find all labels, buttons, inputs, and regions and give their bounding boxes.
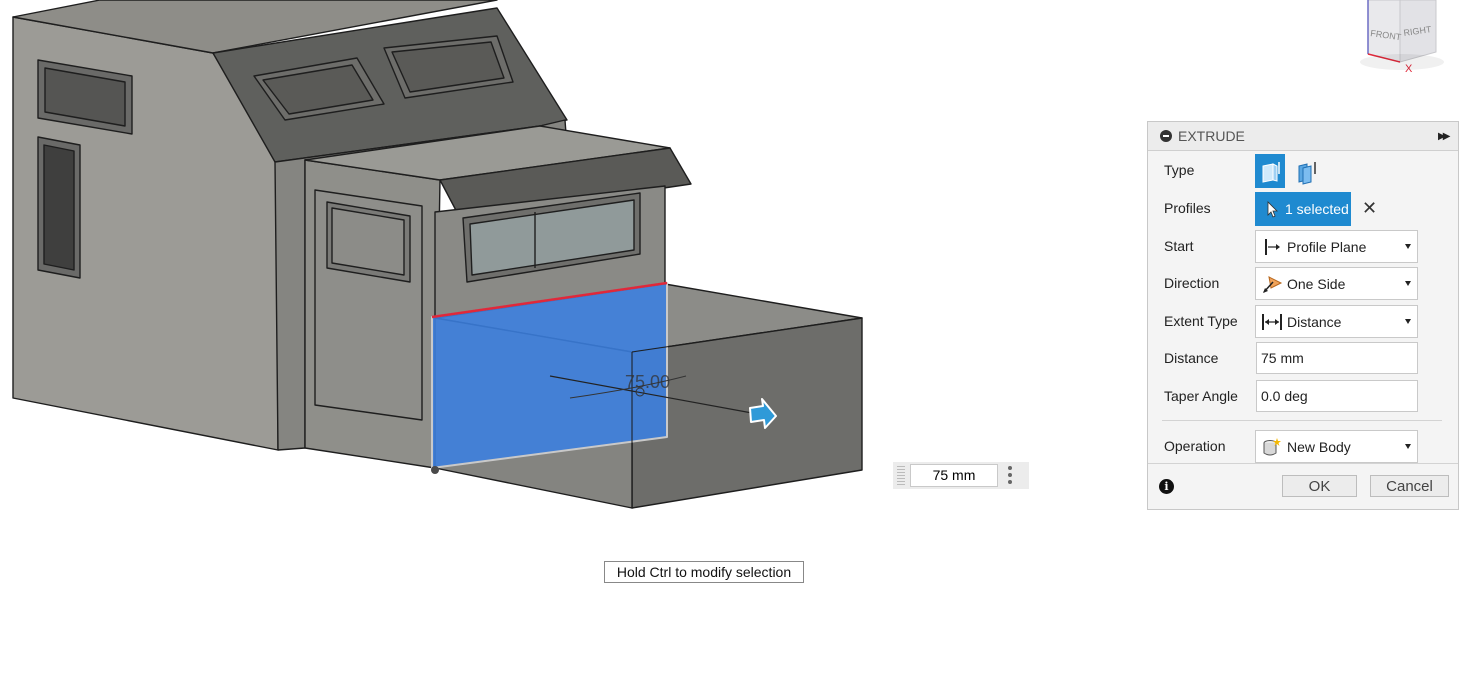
extent-type-dropdown[interactable]: Distance: [1255, 305, 1418, 338]
info-icon[interactable]: i: [1159, 479, 1174, 494]
extrude-panel: EXTRUDE ▶▶ Type Profiles 1 selected ✕ St…: [1147, 121, 1459, 510]
distance-field[interactable]: 75 mm: [1256, 342, 1418, 374]
view-cube[interactable]: FRONT RIGHT X: [1350, 0, 1460, 80]
chevron-down-icon: [1405, 281, 1411, 286]
expand-panel-icon[interactable]: ▶▶: [1438, 131, 1458, 142]
profiles-label: Profiles: [1164, 200, 1211, 216]
extent-type-value: Distance: [1287, 313, 1342, 330]
divider: [1162, 420, 1442, 421]
type-thin-button[interactable]: [1291, 154, 1321, 188]
type-label: Type: [1164, 162, 1195, 178]
panel-header: EXTRUDE ▶▶: [1148, 122, 1458, 151]
direction-label: Direction: [1164, 275, 1220, 291]
operation-row: Operation New Body: [1148, 430, 1458, 463]
operation-dropdown[interactable]: New Body: [1255, 430, 1418, 463]
direction-row: Direction One Side: [1148, 267, 1458, 300]
extrude-solid-icon: [1262, 162, 1280, 183]
profiles-value: 1 selected: [1285, 201, 1349, 217]
extent-type-label: Extent Type: [1164, 313, 1238, 329]
start-label: Start: [1164, 238, 1194, 254]
distance-row: Distance 75 mm: [1148, 342, 1458, 374]
more-options-icon[interactable]: [1008, 466, 1012, 485]
operation-value: New Body: [1287, 438, 1351, 455]
panel-footer: i OK Cancel: [1148, 463, 1458, 509]
one-side-icon: [1263, 275, 1283, 293]
chevron-down-icon: [1405, 319, 1411, 324]
cancel-button[interactable]: Cancel: [1370, 475, 1449, 497]
operation-label: Operation: [1164, 438, 1226, 454]
cursor-arrow-icon: [1267, 201, 1278, 218]
chevron-down-icon: [1405, 444, 1411, 449]
taper-angle-label: Taper Angle: [1164, 388, 1238, 404]
type-row: Type: [1148, 154, 1458, 188]
distance-quick-input[interactable]: 75 mm: [910, 464, 998, 487]
profiles-selection-button[interactable]: 1 selected: [1255, 192, 1351, 226]
direction-dropdown[interactable]: One Side: [1255, 267, 1418, 300]
taper-angle-field[interactable]: 0.0 deg: [1256, 380, 1418, 412]
taper-angle-row: Taper Angle 0.0 deg: [1148, 380, 1458, 412]
dimension-value[interactable]: 75.00: [625, 372, 670, 392]
chevron-down-icon: [1405, 244, 1411, 249]
distance-icon: [1262, 313, 1282, 330]
clear-selection-icon[interactable]: ✕: [1362, 198, 1377, 219]
collapse-icon[interactable]: [1160, 130, 1172, 142]
direction-value: One Side: [1287, 275, 1346, 292]
distance-input-widget[interactable]: 75 mm: [893, 462, 1029, 489]
selection-hint-tooltip: Hold Ctrl to modify selection: [604, 561, 804, 583]
distance-label: Distance: [1164, 350, 1219, 366]
new-body-icon: [1263, 437, 1281, 455]
profiles-row: Profiles 1 selected ✕: [1148, 192, 1458, 226]
start-row: Start Profile Plane: [1148, 230, 1458, 263]
type-solid-button[interactable]: [1255, 154, 1285, 188]
ok-button[interactable]: OK: [1282, 475, 1357, 497]
extrude-thin-icon: [1298, 162, 1316, 185]
start-dropdown[interactable]: Profile Plane: [1255, 230, 1418, 263]
camper-model[interactable]: [12, 0, 863, 509]
panel-title: EXTRUDE: [1178, 128, 1245, 144]
drag-handle-icon[interactable]: [897, 466, 905, 485]
profile-plane-icon: [1265, 238, 1280, 255]
start-value: Profile Plane: [1287, 238, 1367, 255]
extent-type-row: Extent Type Distance: [1148, 305, 1458, 338]
